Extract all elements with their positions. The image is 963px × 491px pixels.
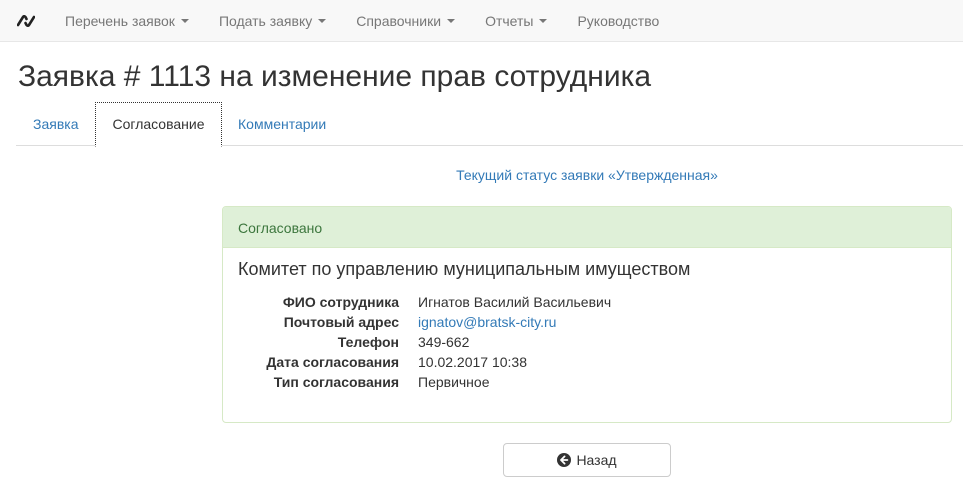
detail-value: Игнатов Василий Васильевич — [418, 294, 612, 310]
detail-label: Телефон — [337, 334, 399, 350]
brand-logo[interactable] — [0, 0, 52, 42]
caret-down-icon — [539, 18, 548, 23]
caret-down-icon — [447, 18, 456, 23]
detail-value: 10.02.2017 10:38 — [418, 354, 527, 370]
nav-item-label: Подать заявку — [218, 12, 313, 29]
nav-item-manual[interactable]: Руководство — [562, 0, 674, 42]
panel-title: Комитет по управлению муниципальным имущ… — [238, 259, 691, 279]
detail-row-email: Почтовый адрес ignatov@bratsk-city.ru — [223, 312, 951, 332]
detail-label: Почтовый адрес — [283, 314, 399, 330]
detail-row-phone: Телефон 349-662 — [223, 332, 951, 352]
nav-item-reports[interactable]: Отчеты — [470, 0, 562, 42]
brand-logo-icon — [17, 14, 35, 27]
tab-comments[interactable]: Комментарии — [238, 102, 326, 146]
back-button-label: Назад — [576, 452, 617, 468]
nav-item-requests-list[interactable]: Перечень заявок — [52, 0, 204, 42]
detail-value: ignatov@bratsk-city.ru — [418, 312, 556, 332]
detail-value: 349-662 — [418, 334, 470, 350]
approval-panel: Согласовано Комитет по управлению муници… — [222, 206, 952, 423]
email-link[interactable]: ignatov@bratsk-city.ru — [418, 314, 556, 330]
tab-bar: Заявка Согласование Комментарии — [16, 102, 963, 147]
nav-item-label: Отчеты — [485, 12, 534, 29]
detail-label: Тип согласования — [273, 374, 399, 390]
nav-item-submit-request[interactable]: Подать заявку — [204, 0, 341, 42]
request-status-link[interactable]: Текущий статус заявки «Утвержденная» — [222, 167, 952, 183]
nav-item-label: Руководство — [577, 12, 660, 29]
tab-request[interactable]: Заявка — [33, 102, 78, 146]
nav-item-label: Справочники — [356, 12, 442, 29]
page-title: Заявка # 1113 на изменение прав сотрудни… — [18, 60, 652, 93]
approval-details: ФИО сотрудника Игнатов Василий Васильеви… — [223, 292, 951, 392]
detail-row-approval-date: Дата согласования 10.02.2017 10:38 — [223, 352, 951, 372]
detail-row-employee: ФИО сотрудника Игнатов Василий Васильеви… — [223, 292, 951, 312]
nav-item-label: Перечень заявок — [65, 12, 175, 29]
caret-down-icon — [180, 18, 189, 23]
panel-heading: Согласовано — [223, 207, 951, 248]
nav-item-directories[interactable]: Справочники — [341, 0, 470, 42]
caret-down-icon — [318, 18, 327, 23]
circle-arrow-left-icon — [557, 453, 572, 467]
detail-value: Первичное — [418, 374, 490, 390]
tab-approval[interactable]: Согласование — [95, 102, 222, 147]
top-navbar: Перечень заявок Подать заявку Справочник… — [0, 0, 963, 42]
detail-label: Дата согласования — [266, 354, 399, 370]
detail-row-approval-type: Тип согласования Первичное — [223, 372, 951, 392]
detail-label: ФИО сотрудника — [282, 294, 399, 310]
back-button[interactable]: Назад — [503, 443, 671, 477]
